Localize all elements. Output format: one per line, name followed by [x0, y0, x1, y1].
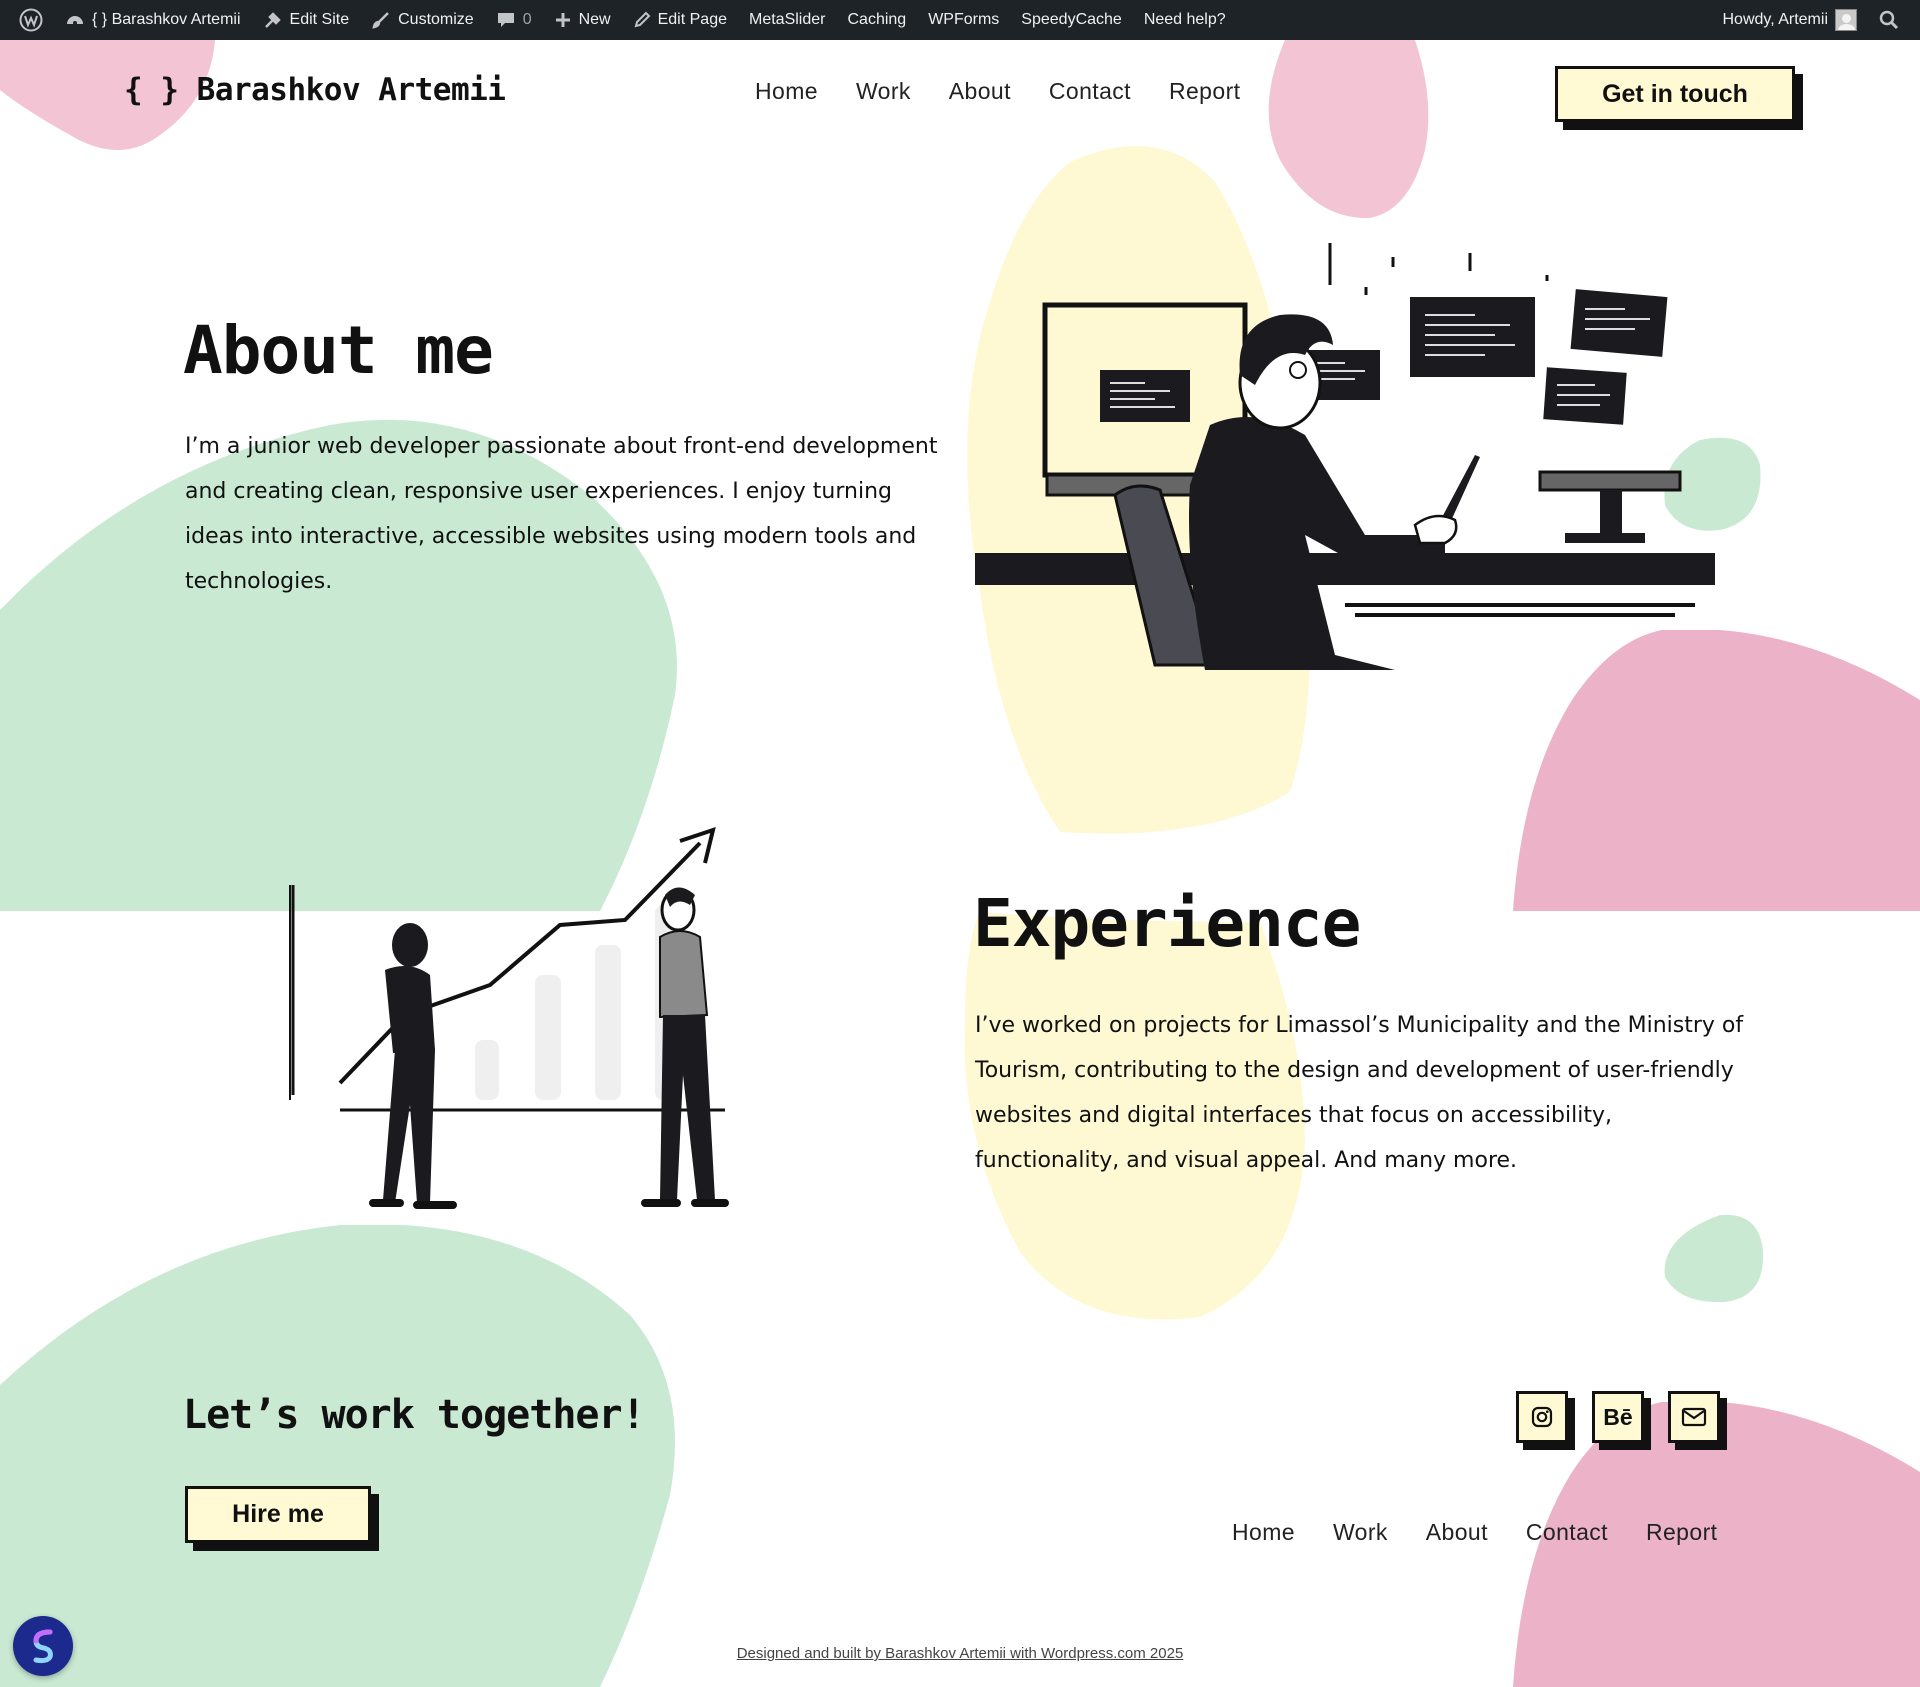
- admin-edit-site-label: Edit Site: [289, 11, 350, 28]
- brush-icon: [264, 12, 281, 28]
- admin-site-name-label: { } Barashkov Artemii: [92, 11, 241, 28]
- footer-credit[interactable]: Designed and built by Barashkov Artemii …: [0, 1645, 1920, 1662]
- green-blob-bottom-left: [0, 1225, 675, 1687]
- dashboard-icon: [67, 16, 83, 25]
- wordpress-logo-icon[interactable]: [8, 0, 54, 40]
- admin-new-label: New: [578, 11, 611, 28]
- experience-title: Experience: [973, 885, 1361, 962]
- nav-contact[interactable]: Contact: [1049, 78, 1131, 105]
- admin-speedycache-label: SpeedyCache: [1021, 11, 1122, 28]
- admin-search[interactable]: [1868, 0, 1910, 40]
- admin-edit-site[interactable]: Edit Site: [252, 0, 361, 40]
- instagram-button[interactable]: [1516, 1391, 1568, 1443]
- speedycache-badge[interactable]: [13, 1616, 73, 1676]
- email-button[interactable]: [1668, 1391, 1720, 1443]
- admin-account[interactable]: Howdy, Artemii: [1711, 0, 1868, 40]
- behance-button[interactable]: Bē: [1592, 1391, 1644, 1443]
- nav-home[interactable]: Home: [755, 78, 818, 105]
- paint-brush-icon: [372, 12, 389, 29]
- footer-nav-home[interactable]: Home: [1232, 1519, 1295, 1546]
- behance-icon: Bē: [1603, 1403, 1633, 1430]
- admin-edit-page[interactable]: Edit Page: [622, 0, 738, 40]
- experience-text: I’ve worked on projects for Limassol’s M…: [975, 1013, 1744, 1173]
- social-links: Bē: [1516, 1391, 1720, 1443]
- admin-caching-label: Caching: [847, 11, 907, 28]
- footer-nav-work[interactable]: Work: [1333, 1519, 1388, 1546]
- get-in-touch-button[interactable]: Get in touch: [1555, 66, 1795, 122]
- admin-metaslider[interactable]: MetaSlider: [738, 0, 836, 40]
- admin-wpforms[interactable]: WPForms: [917, 0, 1010, 40]
- mail-icon: [1681, 1407, 1707, 1427]
- admin-need-help-label: Need help?: [1143, 11, 1226, 28]
- instagram-icon: [1531, 1406, 1553, 1428]
- pencil-icon: [634, 11, 651, 28]
- footer-nav: Home Work About Contact Report: [1232, 1519, 1717, 1546]
- plus-icon: [555, 13, 570, 27]
- developer-illustration: [975, 243, 1715, 670]
- admin-customize[interactable]: Customize: [360, 0, 485, 40]
- growth-chart-illustration: [289, 826, 729, 1209]
- nav-work[interactable]: Work: [856, 78, 911, 105]
- nav-about[interactable]: About: [949, 78, 1011, 105]
- admin-customize-label: Customize: [398, 11, 474, 28]
- footer-nav-report[interactable]: Report: [1646, 1519, 1717, 1546]
- site-logo[interactable]: { } Barashkov Artemii: [124, 72, 506, 108]
- hire-me-button[interactable]: Hire me: [185, 1486, 371, 1543]
- pink-blob-middle-right: [1513, 630, 1920, 911]
- work-together-title: Let’s work together!: [183, 1392, 646, 1438]
- admin-need-help[interactable]: Need help?: [1133, 0, 1237, 40]
- avatar: [1835, 9, 1857, 31]
- about-title: About me: [183, 312, 494, 389]
- nav-report[interactable]: Report: [1169, 78, 1240, 105]
- admin-wpforms-label: WPForms: [928, 11, 1000, 28]
- admin-metaslider-label: MetaSlider: [749, 11, 826, 28]
- main-nav: Home Work About Contact Report: [755, 78, 1240, 105]
- admin-comments[interactable]: 0: [485, 0, 543, 40]
- footer-nav-contact[interactable]: Contact: [1526, 1519, 1608, 1546]
- admin-site-name[interactable]: { } Barashkov Artemii: [54, 0, 252, 40]
- about-text: I’m a junior web developer passionate ab…: [185, 434, 938, 594]
- wp-admin-bar: { } Barashkov Artemii Edit Site Customiz…: [0, 0, 1920, 40]
- s-logo-icon: [33, 1629, 53, 1664]
- admin-howdy-label: Howdy, Artemii: [1722, 11, 1828, 28]
- admin-comments-count: 0: [522, 11, 532, 28]
- admin-edit-page-label: Edit Page: [657, 11, 727, 28]
- admin-caching[interactable]: Caching: [836, 0, 917, 40]
- comment-icon: [497, 13, 514, 27]
- admin-speedycache[interactable]: SpeedyCache: [1010, 0, 1133, 40]
- admin-new[interactable]: New: [543, 0, 622, 40]
- search-icon: [1879, 10, 1899, 30]
- footer-nav-about[interactable]: About: [1426, 1519, 1488, 1546]
- green-blob-small-lower: [1664, 1214, 1764, 1303]
